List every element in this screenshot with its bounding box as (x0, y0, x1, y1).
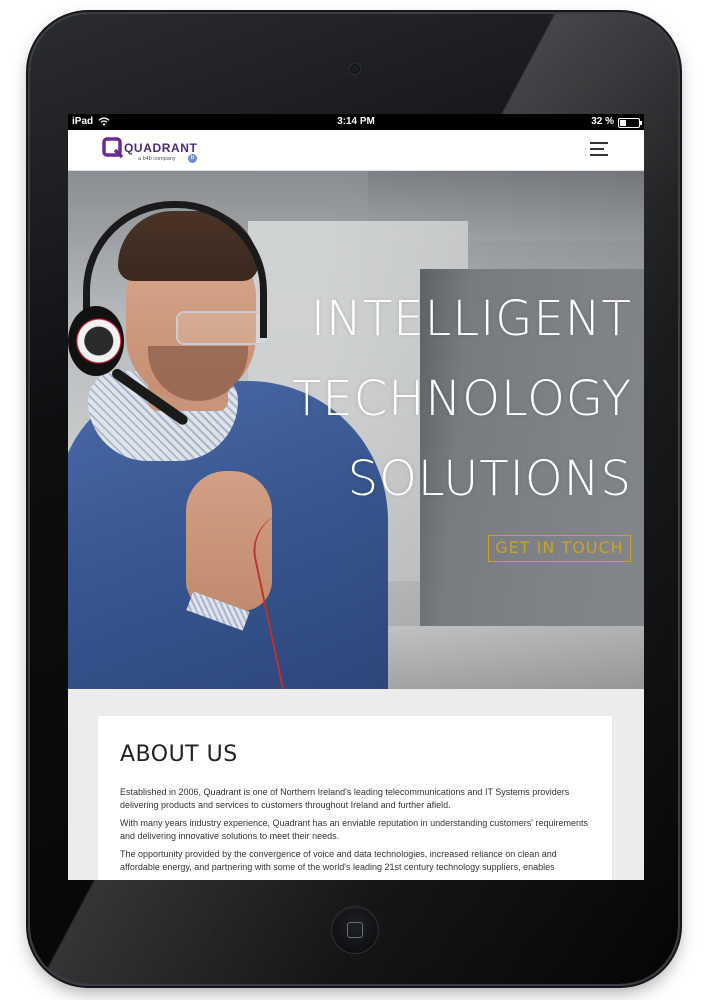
about-us-body: Established in 2006, Quadrant is one of … (120, 786, 598, 879)
site-header: QUADRANT a b4b company b (68, 130, 644, 171)
about-paragraph: Established in 2006, Quadrant is one of … (120, 787, 570, 810)
front-camera (350, 64, 360, 74)
hero-headline: INTELLIGENT TECHNOLOGY SOLUTIONS (232, 279, 632, 519)
get-in-touch-button[interactable]: GET IN TOUCH (488, 535, 631, 562)
status-time: 3:14 PM (337, 116, 375, 127)
logo-tagline: a b4b company (138, 156, 176, 162)
about-paragraph: With many years industry experience, Qua… (120, 818, 588, 841)
device-screen: iPad 3:14 PM 32 % QUADRANT a b4b company… (68, 114, 644, 880)
home-button[interactable] (332, 907, 378, 953)
about-us-heading: ABOUT US (120, 742, 238, 767)
headline-line-2: TECHNOLOGY (292, 371, 632, 427)
battery-fill (620, 120, 626, 126)
home-square-icon (347, 922, 363, 938)
hero-banner: INTELLIGENT TECHNOLOGY SOLUTIONS GET IN … (68, 171, 644, 689)
headline-line-3: SOLUTIONS (347, 451, 632, 507)
about-us-section: ABOUT US Established in 2006, Quadrant i… (98, 716, 612, 880)
status-bar: iPad 3:14 PM 32 % (68, 114, 644, 130)
quadrant-q-logo-icon (102, 137, 124, 159)
headline-line-1: INTELLIGENT (310, 291, 632, 347)
hamburger-menu-icon[interactable] (590, 140, 610, 158)
logo-wordmark: QUADRANT (124, 141, 198, 155)
quadrant-logo[interactable]: QUADRANT a b4b company b (102, 137, 212, 165)
battery-percent: 32 % (591, 116, 614, 127)
battery-icon (618, 118, 642, 128)
b4b-badge-icon: b (188, 154, 197, 163)
about-paragraph: The opportunity provided by the converge… (120, 849, 557, 872)
